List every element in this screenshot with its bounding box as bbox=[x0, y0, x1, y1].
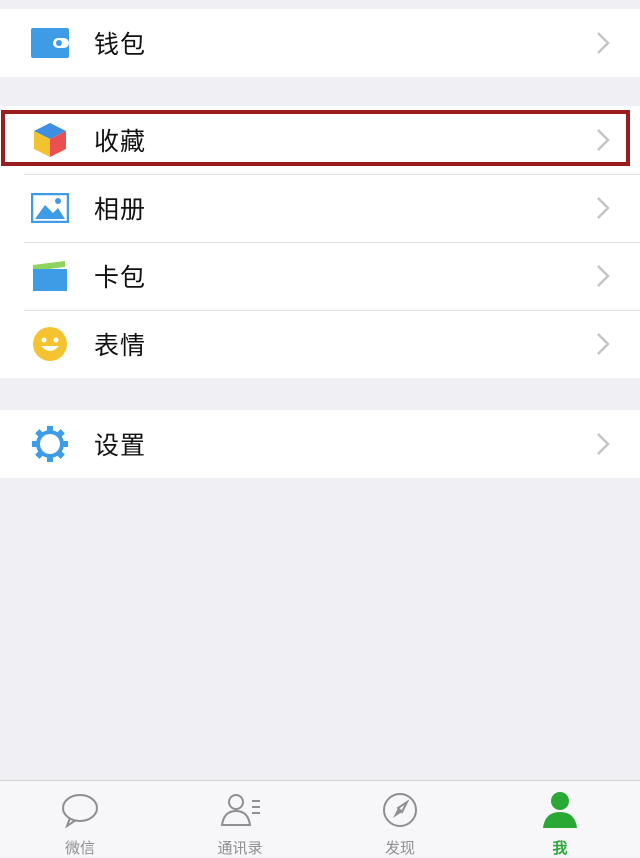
wallet-group: 钱包 bbox=[0, 9, 640, 77]
favorites-cube-icon bbox=[31, 121, 69, 159]
chevron-right-icon bbox=[597, 197, 610, 219]
menu-item-wallet[interactable]: 钱包 bbox=[0, 9, 640, 77]
contacts-icon bbox=[220, 794, 260, 826]
chat-bubble-icon bbox=[62, 794, 98, 829]
card-package-icon bbox=[31, 257, 69, 295]
main-group: 收藏 相册 卡包 表情 bbox=[0, 106, 640, 378]
gear-icon bbox=[31, 425, 69, 463]
menu-item-label: 设置 bbox=[94, 431, 147, 460]
tab-bar: 微信 通讯录 发现 我 bbox=[0, 780, 640, 857]
menu-item-label: 相册 bbox=[94, 195, 147, 224]
chevron-right-icon bbox=[597, 129, 610, 151]
menu-item-label: 卡包 bbox=[94, 263, 147, 292]
tab-contacts[interactable]: 通讯录 bbox=[160, 781, 320, 857]
compass-icon bbox=[383, 793, 417, 827]
wallet-icon bbox=[31, 24, 69, 62]
tab-label: 我 bbox=[552, 839, 568, 857]
person-icon bbox=[543, 792, 577, 828]
tab-label: 发现 bbox=[384, 839, 415, 857]
menu-item-stickers[interactable]: 表情 bbox=[0, 310, 640, 378]
tab-chats[interactable]: 微信 bbox=[0, 781, 160, 857]
menu-item-label: 收藏 bbox=[94, 127, 147, 156]
settings-group: 设置 bbox=[0, 410, 640, 478]
tab-discover[interactable]: 发现 bbox=[320, 781, 480, 857]
chevron-right-icon bbox=[597, 333, 610, 355]
smiley-icon bbox=[31, 325, 69, 363]
album-picture-icon bbox=[31, 189, 69, 227]
tab-me[interactable]: 我 bbox=[480, 781, 640, 857]
tab-label: 微信 bbox=[64, 839, 95, 857]
chevron-right-icon bbox=[597, 433, 610, 455]
menu-item-label: 钱包 bbox=[94, 30, 147, 59]
chevron-right-icon bbox=[597, 32, 610, 54]
chevron-right-icon bbox=[597, 265, 610, 287]
menu-item-label: 表情 bbox=[94, 331, 147, 360]
menu-item-settings[interactable]: 设置 bbox=[0, 410, 640, 478]
menu-item-favorites[interactable]: 收藏 bbox=[0, 106, 640, 174]
menu-item-card-package[interactable]: 卡包 bbox=[0, 242, 640, 310]
menu-item-album[interactable]: 相册 bbox=[0, 174, 640, 242]
tab-label: 通讯录 bbox=[217, 839, 263, 857]
